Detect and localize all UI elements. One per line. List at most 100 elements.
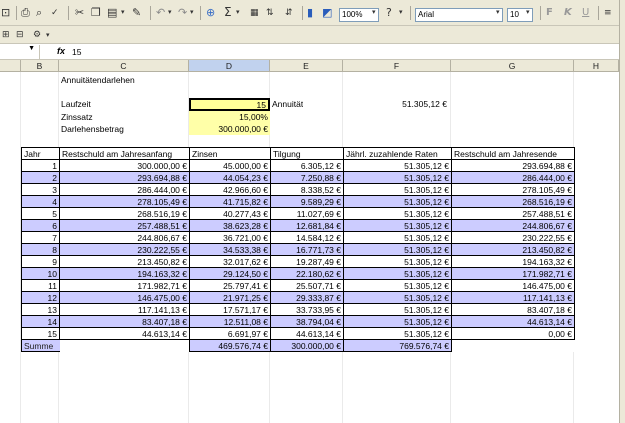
cell-restschuld-ende[interactable]: 268.516,19 € [451, 195, 575, 208]
cell-jahr[interactable]: 7 [21, 231, 60, 244]
column-header-c[interactable]: C [59, 60, 189, 72]
cell-zinsen[interactable]: 44.054,23 € [189, 171, 271, 184]
cell-tilgung[interactable]: 12.681,84 € [270, 219, 344, 232]
cell-tilgung[interactable]: 22.180,62 € [270, 267, 344, 280]
cell-tilgung[interactable]: 8.338,52 € [270, 183, 344, 196]
track-changes-icon[interactable]: ⊟ [16, 29, 24, 41]
cell-jahr[interactable]: 4 [21, 195, 60, 208]
cell-restschuld-anfang[interactable]: 293.694,88 € [59, 171, 190, 184]
sort-desc-icon[interactable]: ⇵ [285, 7, 293, 19]
cell-restschuld-anfang[interactable]: 268.516,19 € [59, 207, 190, 220]
sum-tilgung[interactable]: 300.000,00 € [270, 339, 344, 352]
undo-icon[interactable]: ↶ [156, 7, 165, 19]
cell-raten[interactable]: 51.305,12 € [343, 183, 452, 196]
cell-jahr[interactable]: 10 [21, 267, 60, 280]
column-header-g[interactable]: G [451, 60, 574, 72]
tools-icon[interactable]: ⚙ [33, 29, 41, 41]
cell-tilgung[interactable]: 7.250,88 € [270, 171, 344, 184]
cell-restschuld-anfang[interactable]: 230.222,55 € [59, 243, 190, 256]
cell-restschuld-ende[interactable]: 0,00 € [451, 327, 575, 340]
name-box[interactable]: ▼ [0, 45, 40, 59]
sum-label[interactable]: Summe [21, 339, 60, 352]
cell-raten[interactable]: 51.305,12 € [343, 255, 452, 268]
cell-jahr[interactable]: 3 [21, 183, 60, 196]
underline-button[interactable]: U [582, 7, 589, 19]
cell-raten[interactable]: 51.305,12 € [343, 219, 452, 232]
worksheet[interactable]: Annuitätendarlehen Laufzeit 15 Annuität … [0, 72, 625, 423]
cell-restschuld-anfang[interactable]: 286.444,00 € [59, 183, 190, 196]
cell-zinsen[interactable]: 17.571,17 € [189, 303, 271, 316]
cell-restschuld-anfang[interactable]: 194.163,32 € [59, 267, 190, 280]
cell-restschuld-anfang[interactable]: 244.806,67 € [59, 231, 190, 244]
cell-raten[interactable]: 51.305,12 € [343, 291, 452, 304]
laufzeit-input[interactable]: 15 [189, 98, 270, 111]
font-size-dropdown-icon[interactable]: ▾ [526, 8, 530, 16]
column-header-h[interactable]: H [574, 60, 619, 72]
formula-input[interactable]: 15 [72, 47, 81, 57]
cell-restschuld-anfang[interactable]: 83.407,18 € [59, 315, 190, 328]
cell-jahr[interactable]: 11 [21, 279, 60, 292]
autosum-dropdown-icon[interactable]: ▾ [236, 8, 240, 16]
header-jahr[interactable]: Jahr [21, 147, 60, 160]
print-icon[interactable]: ⎙ [21, 7, 30, 19]
undo-dropdown-icon[interactable]: ▾ [168, 8, 172, 16]
font-name-dropdown-icon[interactable]: ▾ [496, 8, 500, 16]
cell-raten[interactable]: 51.305,12 € [343, 195, 452, 208]
cell-zinsen[interactable]: 45.000,00 € [189, 159, 271, 172]
cell-raten[interactable]: 51.305,12 € [343, 267, 452, 280]
header-zinsen[interactable]: Zinsen [189, 147, 271, 160]
cell-raten[interactable]: 51.305,12 € [343, 243, 452, 256]
cell-restschuld-ende[interactable]: 213.450,82 € [451, 243, 575, 256]
cell-zinsen[interactable]: 36.721,00 € [189, 231, 271, 244]
header-restschuld-ende[interactable]: Restschuld am Jahresende [451, 147, 575, 160]
cell-restschuld-ende[interactable]: 257.488,51 € [451, 207, 575, 220]
review-icon[interactable]: ⊞ [2, 29, 10, 41]
cell-restschuld-ende[interactable]: 286.444,00 € [451, 171, 575, 184]
cell-raten[interactable]: 51.305,12 € [343, 303, 452, 316]
name-box-dropdown-icon[interactable]: ▼ [28, 45, 35, 52]
open-icon[interactable]: ⊡ [1, 7, 10, 19]
cell-tilgung[interactable]: 16.771,73 € [270, 243, 344, 256]
cell-restschuld-anfang[interactable]: 257.488,51 € [59, 219, 190, 232]
cell-restschuld-anfang[interactable]: 300.000,00 € [59, 159, 190, 172]
tools-dropdown-icon[interactable]: ▾ [46, 31, 50, 39]
column-header-b[interactable]: B [21, 60, 59, 72]
align-left-icon[interactable]: ≡ [604, 7, 612, 19]
cell-zinsen[interactable]: 32.017,62 € [189, 255, 271, 268]
cell-jahr[interactable]: 5 [21, 207, 60, 220]
hyperlink-icon[interactable]: ⊕ [206, 7, 215, 19]
copy-icon[interactable]: ❐ [91, 7, 101, 19]
column-header-d[interactable]: D [189, 60, 270, 72]
cell-tilgung[interactable]: 14.584,12 € [270, 231, 344, 244]
cell-restschuld-ende[interactable]: 278.105,49 € [451, 183, 575, 196]
cell-jahr[interactable]: 9 [21, 255, 60, 268]
header-tilgung[interactable]: Tilgung [270, 147, 344, 160]
cell-zinsen[interactable]: 40.277,43 € [189, 207, 271, 220]
drawing-icon[interactable]: ◩ [322, 7, 332, 19]
cell-raten[interactable]: 51.305,12 € [343, 315, 452, 328]
cell-restschuld-anfang[interactable]: 171.982,71 € [59, 279, 190, 292]
help-dropdown-icon[interactable]: ▾ [399, 8, 403, 16]
cell-tilgung[interactable]: 29.333,87 € [270, 291, 344, 304]
cell-restschuld-ende[interactable]: 83.407,18 € [451, 303, 575, 316]
cell-restschuld-ende[interactable]: 146.475,00 € [451, 279, 575, 292]
cell-zinsen[interactable]: 21.971,25 € [189, 291, 271, 304]
cell-restschuld-ende[interactable]: 244.806,67 € [451, 219, 575, 232]
cell-tilgung[interactable]: 25.507,71 € [270, 279, 344, 292]
header-raten[interactable]: Jährl. zuzahlende Raten [343, 147, 452, 160]
help-icon[interactable]: ? [386, 7, 392, 19]
sum-raten[interactable]: 769.576,74 € [343, 339, 452, 352]
redo-dropdown-icon[interactable]: ▾ [190, 8, 194, 16]
cell-restschuld-ende[interactable]: 194.163,32 € [451, 255, 575, 268]
select-all-corner[interactable] [0, 60, 21, 72]
cell-zinsen[interactable]: 34.533,38 € [189, 243, 271, 256]
cell-jahr[interactable]: 8 [21, 243, 60, 256]
cell-raten[interactable]: 51.305,12 € [343, 327, 452, 340]
cell-restschuld-anfang[interactable]: 146.475,00 € [59, 291, 190, 304]
cell-zinsen[interactable]: 38.623,28 € [189, 219, 271, 232]
column-header-e[interactable]: E [270, 60, 343, 72]
autosum-icon[interactable]: Σ [224, 6, 232, 18]
function-wizard-icon[interactable]: ▦ [250, 7, 259, 19]
cell-raten[interactable]: 51.305,12 € [343, 171, 452, 184]
font-name-select[interactable]: Arial [415, 8, 503, 22]
